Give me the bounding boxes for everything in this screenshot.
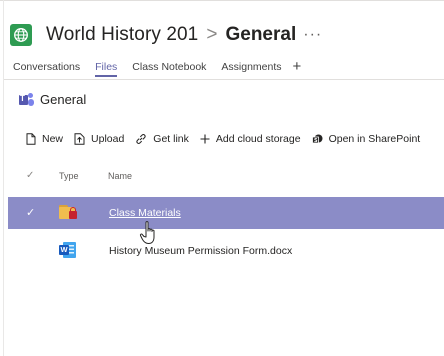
word-document-icon: W [59,242,76,258]
files-toolbar: New Upload Get link Add cloud storage S … [26,131,431,147]
upload-icon [74,133,85,145]
column-header-type[interactable]: Type [59,171,79,181]
get-link-label: Get link [153,133,189,145]
locked-folder-icon [59,205,77,220]
hand-cursor-icon [139,221,155,244]
team-name[interactable]: World History 201 [46,24,198,46]
new-button[interactable]: New [26,133,63,145]
open-in-sharepoint-button[interactable]: S Open in SharePoint [311,133,421,145]
get-link-button[interactable]: Get link [135,133,189,145]
file-name[interactable]: History Museum Permission Form.docx [109,245,292,257]
team-globe-icon[interactable] [10,24,32,46]
window-left-edge [3,0,4,356]
add-cloud-storage-button[interactable]: Add cloud storage [200,133,301,145]
file-row-permission-form[interactable]: W History Museum Permission Form.docx [8,235,444,267]
tab-files[interactable]: Files [95,60,118,78]
channel-tabs: Conversations Files Class Notebook Assig… [13,59,302,78]
row-checkmark[interactable]: ✓ [26,206,35,219]
tab-class-notebook[interactable]: Class Notebook [132,60,206,78]
window-top-edge [0,0,444,6]
sharepoint-icon: S [311,134,323,144]
add-tab-icon[interactable]: + [293,59,302,74]
column-header-name[interactable]: Name [108,171,132,181]
add-cloud-storage-label: Add cloud storage [215,133,301,145]
link-icon [136,134,146,144]
svg-text:S: S [314,138,318,144]
plus-icon [200,134,210,144]
new-document-icon [26,133,36,145]
more-options-icon[interactable]: ··· [303,26,322,44]
files-section-title: General [19,92,86,107]
channel-name: General [225,24,297,45]
tab-conversations[interactable]: Conversations [13,60,80,78]
new-label: New [42,133,64,145]
upload-label: Upload [91,133,125,145]
select-all-checkmark[interactable]: ✓ [26,170,34,181]
section-title: General [40,92,87,107]
file-name-link[interactable]: Class Materials [109,207,181,219]
tab-assignments[interactable]: Assignments [221,60,281,78]
file-row-class-materials[interactable]: ✓ Class Materials [8,197,444,229]
tabs-divider [4,79,444,80]
upload-button[interactable]: Upload [74,133,124,145]
page-header: World History 201 > General ··· [10,22,322,48]
teams-library-icon [19,92,34,107]
open-in-sharepoint-label: Open in SharePoint [328,133,421,145]
breadcrumb-separator: > [206,24,218,45]
